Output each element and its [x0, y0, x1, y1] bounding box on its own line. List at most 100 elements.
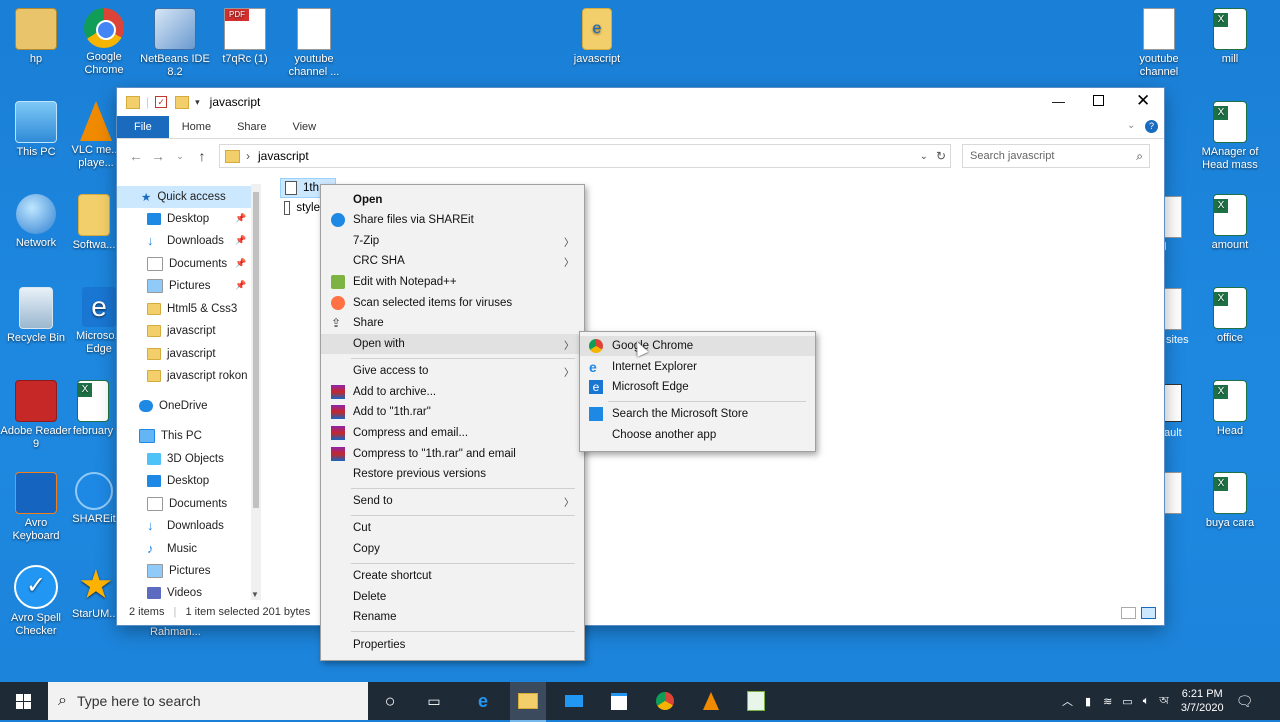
recent-locations-icon[interactable]: ⌄	[169, 151, 191, 162]
quick-access-toolbar-dropdown-icon[interactable]: ▾	[195, 97, 200, 108]
file-explorer-taskbar-icon[interactable]	[510, 682, 546, 722]
desktop-icon-chrome[interactable]: Google Chrome	[68, 8, 140, 77]
pin-icon[interactable]: 📌	[235, 280, 246, 291]
desktop-icon-office[interactable]: X office	[1194, 287, 1266, 345]
microphone-icon[interactable]: ▮	[1085, 695, 1091, 708]
nav-pc-desktop[interactable]: Desktop	[147, 470, 209, 492]
nav-downloads[interactable]: ↓ Downloads	[147, 230, 224, 252]
nav-scrollbar[interactable]: ▼	[251, 184, 261, 600]
menu-item-open-with[interactable]: Open with 〉	[321, 334, 584, 354]
menu-item-add-to-rar[interactable]: Add to "1th.rar"	[321, 402, 584, 422]
desktop-icon-this-pc[interactable]: This PC	[0, 101, 72, 159]
desktop-icon-mill[interactable]: X mill	[1194, 8, 1266, 66]
submenu-item-microsoft-edge[interactable]: e Microsoft Edge	[580, 377, 815, 397]
desktop-icon-staruml[interactable]: ★ StarUM...	[72, 565, 118, 621]
desktop-icon-youtube-channel-doc[interactable]: youtube channel ...	[278, 8, 350, 79]
language-icon[interactable]: অ	[1159, 692, 1169, 711]
menu-item-rename[interactable]: Rename	[321, 607, 584, 627]
menu-item-create-shortcut[interactable]: Create shortcut	[321, 566, 584, 586]
nav-javascript[interactable]: javascript	[147, 320, 216, 342]
pin-icon[interactable]: 📌	[235, 213, 246, 224]
menu-item-cut[interactable]: Cut	[321, 518, 584, 538]
pin-icon[interactable]: 📌	[235, 235, 246, 246]
nav-desktop[interactable]: Desktop	[147, 208, 209, 230]
nav-quick-access[interactable]: ★ Quick access	[117, 186, 251, 208]
windows-start-icon[interactable]	[10, 688, 36, 714]
tab-file[interactable]: File	[117, 116, 169, 138]
menu-item-notepadpp[interactable]: Edit with Notepad++	[321, 272, 584, 292]
menu-item-compress-email[interactable]: Compress and email...	[321, 423, 584, 443]
menu-item-add-archive[interactable]: Add to archive...	[321, 382, 584, 402]
desktop-icon-javascript[interactable]: e javascript	[561, 8, 633, 66]
breadcrumb-chevron-icon[interactable]: ›	[246, 149, 250, 163]
desktop-icon-february[interactable]: X february	[68, 380, 118, 438]
show-hidden-icons-chevron-icon[interactable]: ︿	[1062, 693, 1073, 709]
address-bar[interactable]: › javascript ⌄ ↻	[219, 144, 951, 168]
breadcrumb[interactable]: javascript	[258, 149, 309, 163]
network-wifi-icon[interactable]: ≋	[1103, 695, 1112, 708]
nav-videos[interactable]: Videos	[147, 582, 202, 604]
nav-this-pc[interactable]: This PC	[139, 425, 202, 447]
pin-icon[interactable]: 📌	[235, 258, 246, 269]
desktop-icon-buya-cara[interactable]: X buya cara	[1194, 472, 1266, 530]
menu-item-share[interactable]: ⇪ Share	[321, 313, 584, 333]
desktop-icon-hp[interactable]: hp	[0, 8, 72, 66]
refresh-icon[interactable]: ↻	[936, 149, 946, 163]
maximize-button[interactable]	[1093, 95, 1104, 106]
desktop-icon-shareit[interactable]: SHAREit	[70, 472, 118, 526]
menu-item-shareit[interactable]: Share files via SHAREit	[321, 210, 584, 230]
volume-icon[interactable]: 🔈︎	[1143, 695, 1150, 708]
tab-home[interactable]: Home	[169, 116, 224, 138]
search-icon[interactable]: ⌕	[1136, 149, 1143, 164]
large-icons-view-icon[interactable]	[1141, 607, 1156, 619]
menu-item-open[interactable]: Open	[321, 190, 584, 210]
nav-pc-downloads[interactable]: ↓ Downloads	[147, 515, 224, 537]
menu-item-delete[interactable]: Delete	[321, 587, 584, 607]
file-item-style[interactable]: style	[280, 199, 320, 217]
nav-javascript-rokon[interactable]: javascript rokon	[147, 365, 248, 387]
desktop-icon-edge[interactable]: e Microso... Edge	[76, 287, 124, 356]
menu-item-scan-viruses[interactable]: Scan selected items for viruses	[321, 293, 584, 313]
menu-item-crc-sha[interactable]: CRC SHA 〉	[321, 251, 584, 271]
tab-view[interactable]: View	[279, 116, 329, 138]
desktop-icon-adobe-reader[interactable]: Adobe Reader 9	[0, 380, 72, 451]
ribbon-expand-icon[interactable]: ⌄	[1127, 120, 1135, 131]
tab-share[interactable]: Share	[224, 116, 279, 138]
vlc-icon[interactable]	[698, 688, 724, 714]
new-folder-icon[interactable]	[175, 95, 190, 109]
submenu-item-choose-another-app[interactable]: Choose another app	[580, 425, 815, 445]
desktop-icon-recycle-bin[interactable]: Recycle Bin	[0, 287, 72, 345]
notepadpp-icon[interactable]	[743, 688, 769, 714]
desktop-icon-avro-spell-checker[interactable]: ✓ Avro Spell Checker	[0, 565, 72, 638]
desktop-icon-manager-head-mass[interactable]: X MAnager of Head mass	[1194, 101, 1266, 172]
taskbar-search-box[interactable]: ⌕ Type here to search	[48, 682, 368, 720]
chrome-icon[interactable]	[652, 688, 678, 714]
properties-check-icon[interactable]: ✓	[155, 96, 168, 108]
submenu-item-microsoft-store[interactable]: Search the Microsoft Store	[580, 404, 815, 424]
battery-icon[interactable]: ▭	[1122, 695, 1132, 708]
menu-item-compress-rar-email[interactable]: Compress to "1th.rar" and email	[321, 444, 584, 464]
nav-onedrive[interactable]: OneDrive	[139, 395, 208, 417]
menu-item-send-to[interactable]: Send to 〉	[321, 491, 584, 511]
desktop-icon-network[interactable]: Network	[0, 194, 72, 250]
desktop-icon-youtube-channel[interactable]: youtube channel	[1123, 8, 1195, 79]
menu-item-7zip[interactable]: 7-Zip 〉	[321, 231, 584, 251]
cortana-icon[interactable]: ○	[377, 688, 403, 714]
nav-3d-objects[interactable]: 3D Objects	[147, 448, 224, 470]
desktop-icon-software[interactable]: Softwa...	[70, 194, 118, 252]
forward-arrow-icon[interactable]: →	[147, 148, 169, 164]
search-input[interactable]: Search javascript ⌕	[962, 144, 1150, 168]
menu-item-properties[interactable]: Properties	[321, 635, 584, 655]
store-icon[interactable]	[606, 688, 632, 714]
mail-icon[interactable]	[561, 688, 587, 714]
scroll-down-icon[interactable]: ▼	[251, 590, 259, 599]
notifications-icon[interactable]: 🗨︎	[1236, 693, 1254, 710]
nav-javascript-2[interactable]: javascript	[147, 343, 216, 365]
desktop-icon-vlc[interactable]: VLC me... playe...	[68, 101, 124, 170]
help-icon[interactable]: ?	[1145, 120, 1158, 133]
address-dropdown-icon[interactable]: ⌄	[920, 151, 928, 162]
clock[interactable]: 6:21 PM 3/7/2020	[1181, 687, 1224, 715]
nav-music[interactable]: ♪ Music	[147, 538, 197, 560]
nav-html5-css3[interactable]: Html5 & Css3	[147, 298, 237, 320]
scrollbar-thumb[interactable]	[253, 192, 259, 508]
